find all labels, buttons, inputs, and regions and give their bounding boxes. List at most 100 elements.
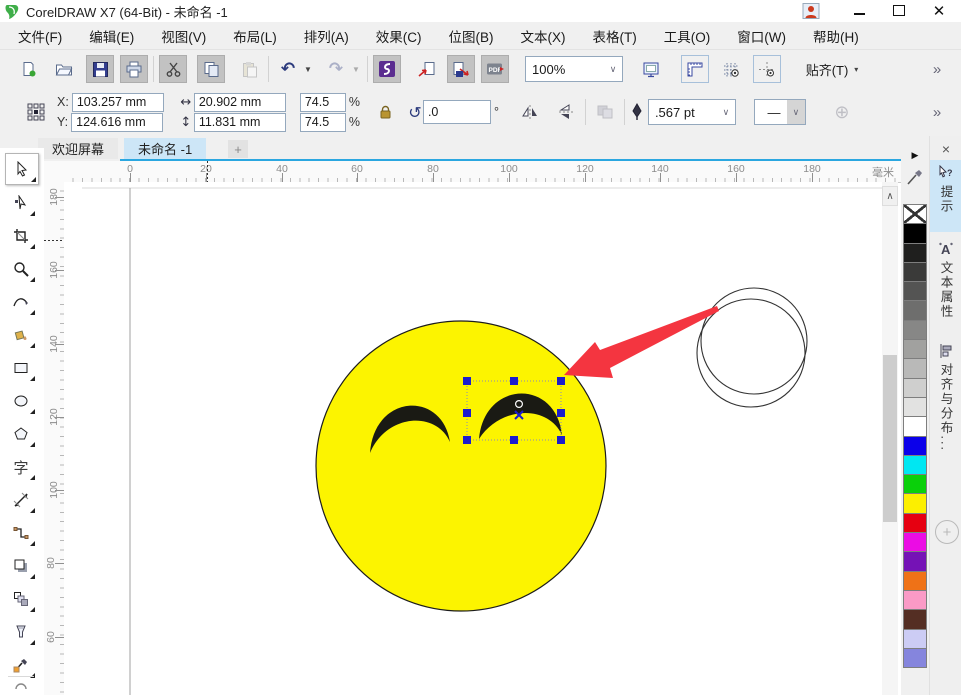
text-tool[interactable]: 字 <box>5 452 37 482</box>
fullscreen-preview-button[interactable] <box>637 55 665 83</box>
palette-eyedropper-icon[interactable] <box>905 167 925 187</box>
polygon-tool[interactable] <box>5 419 37 449</box>
color-swatch[interactable] <box>903 358 927 379</box>
vertical-ruler[interactable]: 180 160 140 120 100 80 60 <box>44 182 65 695</box>
add-properties-button[interactable]: ⊕ <box>828 98 856 126</box>
smiley-face-circle[interactable] <box>315 320 607 612</box>
rectangle-tool[interactable] <box>5 353 37 383</box>
menu-item[interactable]: 编辑(E) <box>89 26 134 46</box>
construction-circle-top[interactable] <box>700 287 808 395</box>
undo-button[interactable]: ↶ <box>274 55 302 83</box>
close-button[interactable]: ✕ <box>922 0 956 21</box>
crop-tool[interactable] <box>5 221 37 251</box>
color-swatch[interactable] <box>903 435 927 456</box>
redo-button[interactable]: ↷ <box>322 55 350 83</box>
color-swatch[interactable] <box>903 628 927 649</box>
tab-untitled-document[interactable]: 未命名 -1 <box>124 138 207 159</box>
y-position-field[interactable]: 124.616 mm <box>71 112 164 132</box>
show-grid-button[interactable] <box>717 55 745 83</box>
color-swatch[interactable] <box>903 647 927 669</box>
object-height-field[interactable]: 11.831 mm <box>193 112 286 132</box>
palette-flyout-button[interactable]: ▶ <box>906 147 924 163</box>
menu-item[interactable]: 布局(L) <box>233 26 277 46</box>
show-guidelines-button[interactable] <box>753 55 781 83</box>
menu-item[interactable]: 帮助(H) <box>813 26 859 46</box>
transparency-tool[interactable] <box>5 617 37 647</box>
outline-width-combo[interactable]: .567 pt ∨ <box>647 99 736 125</box>
pick-tool[interactable] <box>5 153 39 185</box>
interactive-fill-tool[interactable] <box>5 682 37 695</box>
menu-item[interactable]: 窗口(W) <box>737 26 786 46</box>
menu-item[interactable]: 视图(V) <box>161 26 206 46</box>
scrollbar-up-button[interactable]: ∧ <box>882 186 898 206</box>
color-swatch[interactable] <box>903 300 927 321</box>
color-swatch[interactable] <box>903 261 927 283</box>
minimize-button[interactable] <box>842 0 876 21</box>
maximize-button[interactable] <box>882 0 916 21</box>
rotation-angle-field[interactable]: .0 <box>422 100 491 124</box>
blend-tool[interactable] <box>5 584 37 614</box>
search-content-button[interactable] <box>373 55 401 83</box>
color-swatch[interactable] <box>903 512 927 534</box>
color-swatch[interactable] <box>903 319 927 341</box>
menu-item[interactable]: 表格(T) <box>593 26 637 46</box>
straight-line-connector-tool[interactable] <box>5 518 37 548</box>
parallel-dimension-tool[interactable] <box>5 485 37 515</box>
zoom-level-combo[interactable]: 100% ∨ <box>525 56 623 82</box>
color-swatch[interactable] <box>903 339 927 360</box>
propbar-overflow-button[interactable]: » <box>919 98 953 126</box>
new-document-button[interactable] <box>14 55 42 83</box>
publish-pdf-button[interactable]: PDF <box>481 55 509 83</box>
canvas-vertical-scrollbar[interactable]: ∧ <box>882 182 898 695</box>
color-swatch[interactable] <box>903 416 927 437</box>
color-swatch[interactable] <box>903 281 927 302</box>
x-position-field[interactable]: 103.257 mm <box>71 92 164 112</box>
tab-welcome-screen[interactable]: 欢迎屏幕 <box>38 138 119 159</box>
smart-fill-tool[interactable] <box>5 320 37 350</box>
zoom-tool[interactable] <box>5 254 37 284</box>
redo-dropdown-caret[interactable]: ▼ <box>350 55 362 83</box>
horizontal-ruler[interactable]: 0 20 40 60 80 100 120 140 160 180 毫米 <box>64 161 902 183</box>
new-document-tab-button[interactable]: + <box>228 140 248 158</box>
color-swatch[interactable] <box>903 609 927 630</box>
mirror-vertical-button[interactable] <box>552 98 580 126</box>
scrollbar-thumb[interactable] <box>883 355 897 522</box>
freehand-tool[interactable] <box>5 287 37 317</box>
cut-button[interactable] <box>159 55 187 83</box>
toolbar-overflow-button[interactable]: » <box>919 55 953 83</box>
import-button[interactable] <box>413 55 441 83</box>
menu-item[interactable]: 文本(X) <box>521 26 566 46</box>
scale-vertical-field[interactable]: 74.5 <box>299 112 346 132</box>
menu-item[interactable]: 效果(C) <box>376 26 422 46</box>
lock-ratio-button[interactable] <box>375 98 397 126</box>
menu-item[interactable]: 排列(A) <box>304 26 349 46</box>
line-style-combo[interactable]: — ∨ <box>753 99 806 125</box>
color-swatch[interactable] <box>903 570 927 591</box>
color-swatch[interactable] <box>903 589 927 611</box>
drawing-canvas[interactable] <box>64 182 882 695</box>
snap-to-button[interactable]: 贴齐(T) ▾ <box>795 55 869 83</box>
color-swatch[interactable] <box>903 242 927 263</box>
scale-horizontal-field[interactable]: 74.5 <box>299 92 346 112</box>
color-swatch[interactable] <box>903 204 927 225</box>
docker-add-button[interactable]: + <box>935 520 959 544</box>
color-swatch[interactable] <box>903 377 927 398</box>
print-button[interactable] <box>120 55 148 83</box>
menu-item[interactable]: 工具(O) <box>664 26 711 46</box>
drop-shadow-tool[interactable] <box>5 551 37 581</box>
ellipse-tool[interactable] <box>5 386 37 416</box>
copy-button[interactable] <box>197 55 225 83</box>
ruler-corner[interactable] <box>44 161 65 183</box>
color-swatch[interactable] <box>903 474 927 495</box>
combine-button[interactable] <box>591 98 619 126</box>
color-swatch[interactable] <box>903 223 927 244</box>
shape-tool[interactable] <box>5 188 37 218</box>
show-rulers-button[interactable] <box>681 55 709 83</box>
export-button[interactable] <box>447 55 475 83</box>
account-avatar-button[interactable] <box>798 0 824 21</box>
docker-tab-align-distribute[interactable]: 对齐与分布... <box>930 338 961 482</box>
menu-item[interactable]: 位图(B) <box>449 26 494 46</box>
save-button[interactable] <box>86 55 114 83</box>
object-width-field[interactable]: 20.902 mm <box>193 92 286 112</box>
construction-circle-bottom[interactable] <box>696 298 806 408</box>
